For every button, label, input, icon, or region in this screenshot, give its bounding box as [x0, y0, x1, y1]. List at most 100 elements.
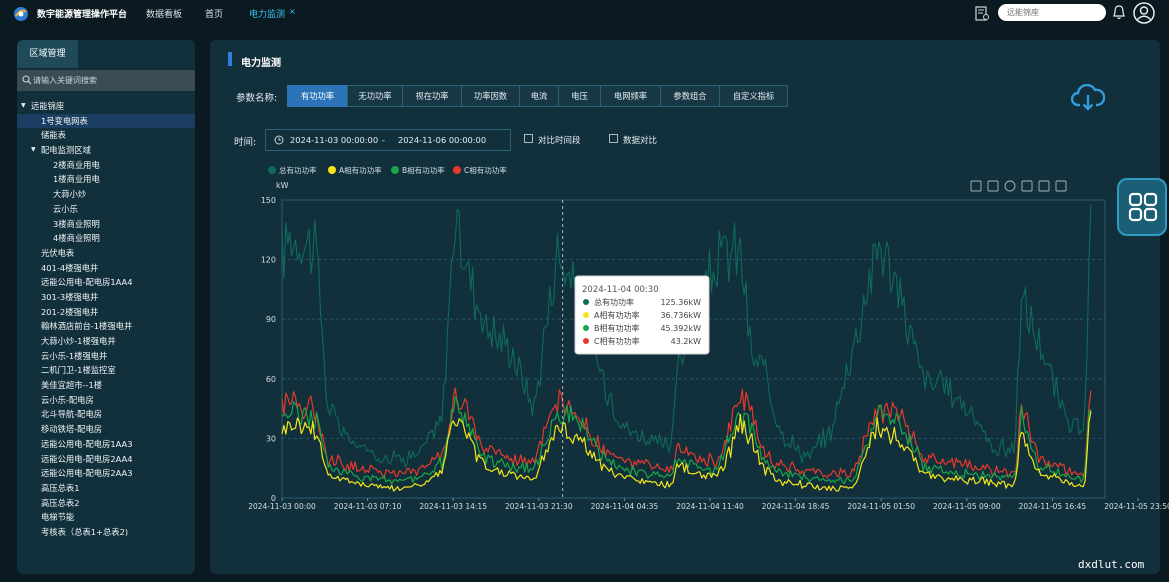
tree-item[interactable]: 1楼商业用电: [17, 172, 195, 187]
tooltip-marker: [583, 325, 589, 331]
start-date[interactable]: 2024-11-03 00:00:00: [290, 135, 378, 145]
tree-item-label: 2楼商业用电: [53, 159, 100, 170]
tree-item[interactable]: 储能表: [17, 128, 195, 143]
x-tick-label: 2024-11-05 16:45: [1019, 502, 1087, 511]
tree-item[interactable]: 1号变电网表: [17, 113, 195, 129]
compare-data-checkbox[interactable]: [609, 134, 618, 143]
tree-item[interactable]: 3楼商业照明: [17, 217, 195, 232]
app-menu-button[interactable]: [1117, 178, 1167, 236]
tree-item[interactable]: 2楼商业用电: [17, 158, 195, 173]
tree-item[interactable]: 云小乐-配电房: [17, 393, 195, 408]
legend-marker[interactable]: [268, 166, 276, 174]
tree-item-label: 大蒜小炒-1楼强电井: [41, 336, 116, 346]
x-tick-label: 2024-11-03 14:15: [419, 502, 487, 511]
tree-item[interactable]: 云小乐: [17, 202, 195, 217]
tooltip-marker: [583, 312, 589, 318]
param-tab[interactable]: 电流: [519, 85, 559, 107]
tree-search: [17, 70, 195, 91]
param-tab[interactable]: 自定义指标: [719, 85, 788, 107]
tree-item-label: 大蒜小炒: [53, 189, 87, 200]
tree-item[interactable]: ▼ 远能锦座: [17, 99, 195, 114]
y-tick-label: 150: [261, 196, 276, 205]
tree-item[interactable]: 401-4楼强电井: [17, 261, 195, 276]
nav-tab-power-monitor[interactable]: 电力监测: [249, 7, 285, 20]
tooltip-title: 2024-11-04 00:30: [582, 285, 659, 295]
tree-item[interactable]: ▼ 配电监测区域: [17, 143, 195, 158]
cloud-download-icon[interactable]: [1071, 84, 1105, 112]
bell-icon[interactable]: [1112, 5, 1126, 20]
user-avatar-icon[interactable]: [1133, 2, 1155, 24]
tab-region-management[interactable]: 区域管理: [17, 40, 78, 68]
title-accent-bar: [228, 52, 232, 66]
tree-item[interactable]: 远能公用电-配电房2AA4: [17, 452, 195, 467]
nav-tab-dashboard[interactable]: 数据看板: [146, 7, 182, 20]
tree-item[interactable]: 北斗导航-配电房: [17, 407, 195, 422]
tree-item-label: 电梯节能: [41, 512, 75, 523]
legend-marker[interactable]: [328, 166, 336, 174]
tree-item-label: 二机门卫-1楼监控室: [41, 365, 116, 376]
tree-item-label: 4楼商业照明: [53, 233, 100, 244]
tree-item[interactable]: 远能公用电-配电房1AA4: [17, 275, 195, 290]
tree-item-label: 1楼商业用电: [53, 174, 100, 185]
tree-search-input[interactable]: [33, 70, 188, 91]
legend-marker[interactable]: [391, 166, 399, 174]
tree-item[interactable]: 二机门卫-1楼监控室: [17, 363, 195, 378]
tree-item[interactable]: 云小乐-1楼强电井: [17, 349, 195, 364]
tree-item-label: 高压总表1: [41, 482, 80, 493]
compare-period-checkbox[interactable]: [524, 134, 533, 143]
tree-item[interactable]: 美佳宜超市--1楼: [17, 378, 195, 393]
compare-data-label: 数据对比: [623, 136, 658, 146]
y-tick-label: 90: [266, 315, 276, 324]
y-tick-label: 120: [261, 256, 276, 265]
tree-item[interactable]: 光伏电表: [17, 246, 195, 261]
tree-item[interactable]: 移动铁塔-配电房: [17, 422, 195, 437]
tree-item[interactable]: 301-3楼强电井: [17, 290, 195, 305]
document-search-icon[interactable]: [975, 6, 990, 21]
logo-icon: [14, 7, 28, 21]
tree-item[interactable]: 高压总表2: [17, 496, 195, 511]
app-title: 数宇能源管理操作平台: [37, 10, 128, 20]
param-tab[interactable]: 电网频率: [600, 85, 661, 107]
nav-tab-home[interactable]: 首页: [205, 7, 223, 20]
end-date[interactable]: 2024-11-06 00:00:00: [398, 135, 486, 145]
site-search-input[interactable]: [998, 4, 1106, 21]
tree-item[interactable]: 考核表（总表1+总表2): [17, 525, 195, 540]
legend-label: C相有功功率: [464, 165, 507, 175]
param-tab[interactable]: 电压: [558, 85, 601, 107]
param-label: 参数名称:: [236, 93, 278, 104]
date-range-picker[interactable]: 2024-11-03 00:00:00 - 2024-11-06 00:00:0…: [265, 129, 511, 151]
close-tab-icon[interactable]: ×: [289, 7, 296, 16]
caret-down-icon[interactable]: ▼: [21, 99, 26, 114]
region-panel: 区域管理 ▼ 远能锦座 1号变电网表储能表 ▼ 配电监测区域 2楼商业用电 1楼商业用电大蒜…: [17, 40, 195, 574]
param-tab[interactable]: 参数组合: [660, 85, 720, 107]
param-tab[interactable]: 功率因数: [461, 85, 520, 107]
tree-item[interactable]: 远能公用电-配电房2AA3: [17, 466, 195, 481]
param-tab[interactable]: 视在功率: [402, 85, 462, 107]
x-tick-label: 2024-11-05 09:00: [933, 502, 1001, 511]
tree-item[interactable]: 远能公用电-配电房1AA3: [17, 437, 195, 452]
tree-item-label: 远能公用电-配电房2AA4: [41, 453, 133, 464]
param-tab[interactable]: 无功功率: [347, 85, 403, 107]
tree-item[interactable]: 电梯节能: [17, 510, 195, 525]
legend-label: A相有功功率: [339, 165, 382, 175]
tree-item[interactable]: 201-2楼强电井: [17, 305, 195, 320]
tree-item[interactable]: 大蒜小炒-1楼强电井: [17, 334, 195, 349]
tree-item[interactable]: 4楼商业照明: [17, 231, 195, 246]
tree-item-label: 光伏电表: [41, 247, 75, 258]
param-tabs: 有功功率 无功功率 视在功率 功率因数 电流 电压 电网频率 参数组合 自定义指标: [287, 85, 788, 107]
tree-item-label: 考核表（总表1+总表2): [41, 526, 129, 537]
legend-label: B相有功功率: [402, 165, 445, 175]
tree-item-label: 远能公用电-配电房2AA3: [41, 468, 133, 479]
caret-down-icon[interactable]: ▼: [31, 143, 36, 158]
tree-item[interactable]: 翰林酒店前台-1楼强电井: [17, 319, 195, 334]
tree-item-label: 云小乐-1楼强电井: [41, 350, 108, 361]
tree-item-label: 301-3楼强电井: [41, 291, 99, 302]
legend-marker[interactable]: [453, 166, 461, 174]
tree-item-label: 云小乐-配电房: [41, 394, 94, 405]
tree-item[interactable]: 高压总表1: [17, 481, 195, 496]
legend-label: 总有功功率: [279, 165, 317, 175]
x-tick-label: 2024-11-05 01:50: [847, 502, 915, 511]
tree-item[interactable]: 大蒜小炒: [17, 187, 195, 202]
param-tab[interactable]: 有功功率: [287, 85, 348, 107]
tooltip-marker: [583, 338, 589, 344]
